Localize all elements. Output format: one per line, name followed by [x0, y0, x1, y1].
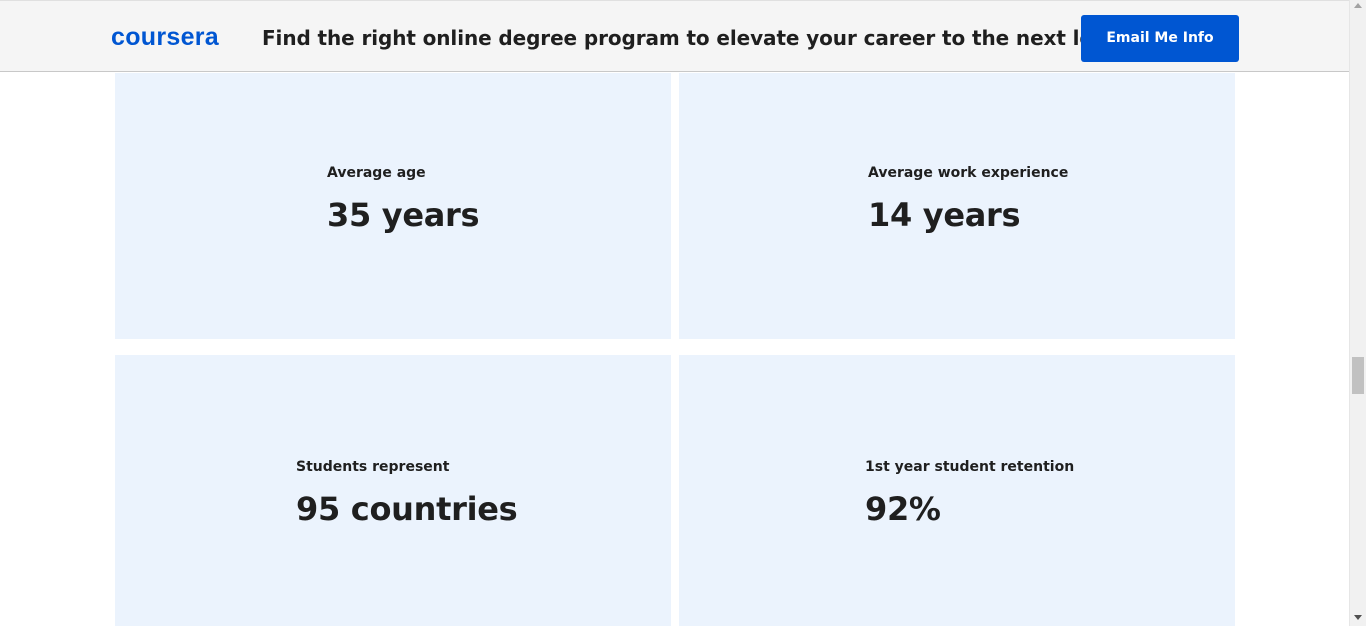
stat-value: 95 countries: [296, 490, 518, 528]
vertical-scrollbar[interactable]: [1349, 0, 1366, 626]
page: coursera Find the right online degree pr…: [0, 0, 1366, 626]
scroll-down-arrow-icon[interactable]: [1354, 615, 1362, 620]
email-me-info-button[interactable]: Email Me Info: [1081, 15, 1239, 62]
stat-label: Students represent: [296, 459, 450, 475]
sticky-degree-banner: coursera Find the right online degree pr…: [0, 0, 1349, 72]
banner-headline: Find the right online degree program to …: [262, 26, 1127, 50]
scrollbar-thumb[interactable]: [1352, 357, 1364, 394]
stat-card-countries: Students represent 95 countries: [115, 355, 671, 626]
stat-card-retention: 1st year student retention 92%: [679, 355, 1235, 626]
stat-label: Average age: [327, 165, 426, 181]
stat-value: 14 years: [868, 196, 1021, 234]
stat-value: 92%: [865, 490, 941, 528]
stat-card-average-work-experience: Average work experience 14 years: [679, 73, 1235, 339]
coursera-logo[interactable]: coursera: [111, 21, 219, 53]
stat-label: 1st year student retention: [865, 459, 1075, 475]
stat-label: Average work experience: [868, 165, 1069, 181]
stat-value: 35 years: [327, 196, 480, 234]
stat-card-average-age: Average age 35 years: [115, 73, 671, 339]
scroll-up-arrow-icon[interactable]: [1354, 3, 1362, 8]
